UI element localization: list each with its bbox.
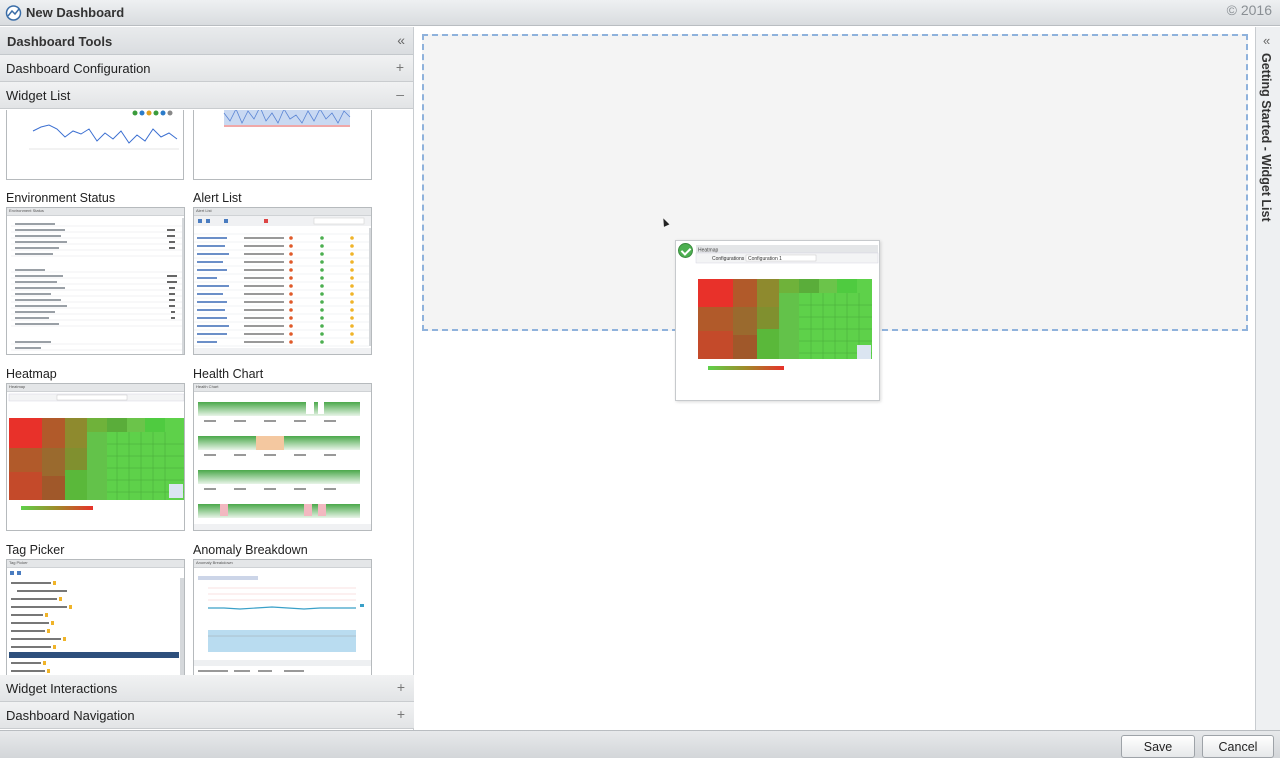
section-dashboard-configuration[interactable]: Dashboard Configuration + bbox=[0, 55, 413, 82]
thumb-header: Health Chart bbox=[194, 384, 371, 392]
widget-thumb-top-right[interactable] bbox=[193, 110, 372, 180]
expand-icon[interactable]: + bbox=[397, 679, 405, 695]
widget-thumb-top-left[interactable] bbox=[6, 110, 184, 180]
alert-list-thumbnail[interactable]: Alert List bbox=[193, 207, 372, 355]
thumb-header: Anomaly Breakdown bbox=[194, 560, 371, 568]
line-chart-thumbnail bbox=[7, 110, 183, 179]
anomaly-breakdown-thumbnail[interactable]: Anomaly Breakdown bbox=[193, 559, 372, 677]
widget-health-chart[interactable]: Health Chart bbox=[193, 367, 263, 383]
copyright: © 2016 bbox=[1226, 2, 1272, 18]
widget-label: Heatmap bbox=[6, 367, 57, 381]
dashboard-canvas[interactable]: Heatmap Configurations Configuration 1 bbox=[415, 27, 1255, 730]
bottom-sections: Widget Interactions + Dashboard Navigati… bbox=[0, 675, 414, 729]
section-widget-interactions[interactable]: Widget Interactions + bbox=[0, 675, 414, 702]
widget-label: Anomaly Breakdown bbox=[193, 543, 308, 557]
check-icon bbox=[678, 243, 693, 258]
widget-label: Health Chart bbox=[193, 367, 264, 381]
expand-right-icon[interactable]: « bbox=[1263, 33, 1270, 48]
widget-environment-status[interactable]: Environment Status bbox=[6, 191, 115, 207]
tag-tree-preview bbox=[9, 571, 184, 677]
environment-status-thumbnail[interactable]: Environment Status bbox=[6, 207, 185, 355]
thumb-header: Alert List bbox=[194, 208, 371, 216]
widget-alert-list[interactable]: Alert List bbox=[193, 191, 242, 207]
health-chart-thumbnail[interactable]: Health Chart bbox=[193, 383, 372, 531]
getting-started-rail[interactable]: « Getting Started - Widget List bbox=[1255, 27, 1280, 730]
heatmap-thumbnail[interactable]: Heatmap bbox=[6, 383, 185, 531]
dragged-widget-title: Heatmap bbox=[698, 248, 719, 254]
status-list-preview bbox=[11, 218, 184, 354]
dashboard-icon bbox=[5, 5, 22, 21]
collapse-left-icon[interactable]: « bbox=[397, 32, 405, 48]
alert-table-preview bbox=[194, 216, 371, 354]
metric-chart-thumbnail bbox=[194, 110, 371, 179]
dashboard-tools-title: Dashboard Tools bbox=[7, 34, 113, 49]
thumb-header: Heatmap bbox=[7, 384, 184, 392]
dashboard-tools-header: Dashboard Tools « bbox=[0, 27, 413, 55]
health-chart-preview bbox=[194, 402, 371, 530]
dragged-widget-config-value: Configuration 1 bbox=[748, 256, 782, 262]
widget-list[interactable]: Environment Status Environment Status Al… bbox=[0, 110, 414, 677]
footer-bar: Save Cancel bbox=[0, 730, 1280, 758]
section-label: Widget List bbox=[6, 88, 71, 103]
collapse-icon[interactable]: – bbox=[396, 86, 404, 102]
section-widget-list[interactable]: Widget List – bbox=[0, 82, 413, 109]
cancel-button[interactable]: Cancel bbox=[1202, 735, 1274, 758]
section-dashboard-navigation[interactable]: Dashboard Navigation + bbox=[0, 702, 414, 729]
widget-heatmap[interactable]: Heatmap bbox=[6, 367, 57, 383]
dragged-heatmap-preview: Heatmap Configurations Configuration 1 bbox=[695, 245, 879, 370]
section-label: Dashboard Navigation bbox=[6, 708, 135, 723]
heatmap-preview bbox=[8, 393, 184, 510]
section-label: Widget Interactions bbox=[6, 681, 118, 696]
dashboard-tools-panel: Dashboard Tools « Dashboard Configuratio… bbox=[0, 27, 414, 730]
dragged-heatmap-widget[interactable]: Heatmap Configurations Configuration 1 bbox=[675, 240, 880, 401]
section-label: Dashboard Configuration bbox=[6, 61, 151, 76]
tag-picker-thumbnail[interactable]: Tag Picker bbox=[6, 559, 185, 677]
thumb-header: Tag Picker bbox=[7, 560, 184, 568]
widget-label: Environment Status bbox=[6, 191, 116, 205]
save-button[interactable]: Save bbox=[1121, 735, 1195, 758]
expand-icon[interactable]: + bbox=[396, 59, 404, 75]
window-title: New Dashboard bbox=[26, 5, 125, 20]
widget-tag-picker[interactable]: Tag Picker bbox=[6, 543, 64, 559]
thumb-header: Environment Status bbox=[7, 208, 184, 216]
dragged-widget-config-label: Configurations bbox=[712, 256, 745, 262]
getting-started-title[interactable]: Getting Started - Widget List bbox=[1259, 53, 1273, 222]
title-bar: New Dashboard © 2016 bbox=[0, 0, 1280, 26]
expand-icon[interactable]: + bbox=[397, 706, 405, 722]
widget-label: Tag Picker bbox=[6, 543, 65, 557]
widget-label: Alert List bbox=[193, 191, 242, 205]
widget-anomaly-breakdown[interactable]: Anomaly Breakdown bbox=[193, 543, 308, 559]
anomaly-chart-preview bbox=[194, 576, 371, 672]
